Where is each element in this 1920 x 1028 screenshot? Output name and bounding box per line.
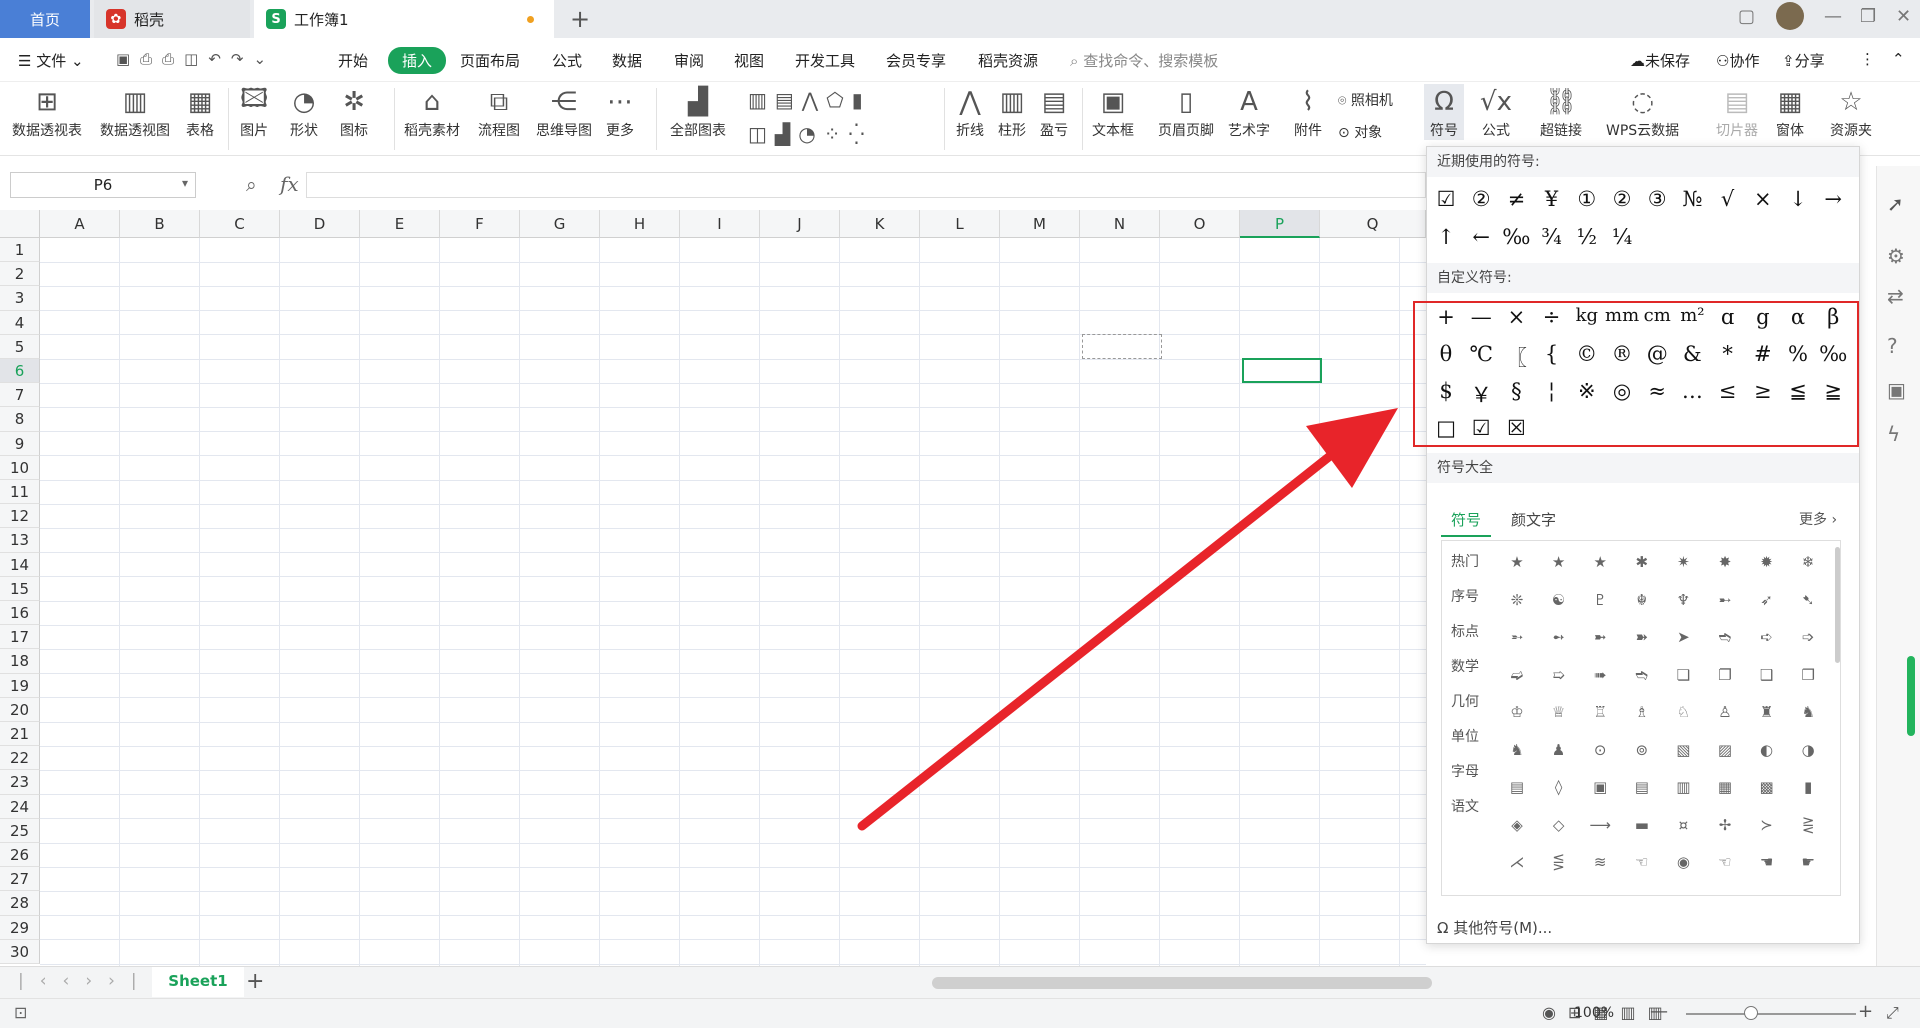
zoom-in-button[interactable]: + — [1858, 1001, 1873, 1022]
fullscreen-icon[interactable]: ⤢ — [1886, 1003, 1899, 1023]
arrow-shaft — [857, 451, 1335, 831]
add-sheet-button[interactable]: + — [246, 969, 264, 994]
horizontal-scrollbar[interactable] — [932, 977, 1432, 989]
annotation-arrow — [857, 408, 1398, 831]
sheet-tab[interactable]: Sheet1 — [152, 967, 244, 997]
status-bar: ⊡ ◉⊞▦▥▥ 100% — + ⤢ — [0, 998, 1920, 1028]
macro-icon[interactable]: ⊡ — [14, 1003, 27, 1022]
sheet-nav-arrows[interactable]: |‹‹››| — [18, 971, 153, 991]
zoom-level[interactable]: 100% — [1574, 1005, 1614, 1021]
zoom-slider[interactable] — [1686, 1013, 1856, 1015]
sheet-bar: |‹‹››| Sheet1 + — [0, 966, 1920, 998]
zoom-out-button[interactable]: — — [1650, 1001, 1668, 1022]
arrow-head — [1306, 408, 1398, 488]
zoom-slider-knob[interactable] — [1744, 1006, 1758, 1020]
